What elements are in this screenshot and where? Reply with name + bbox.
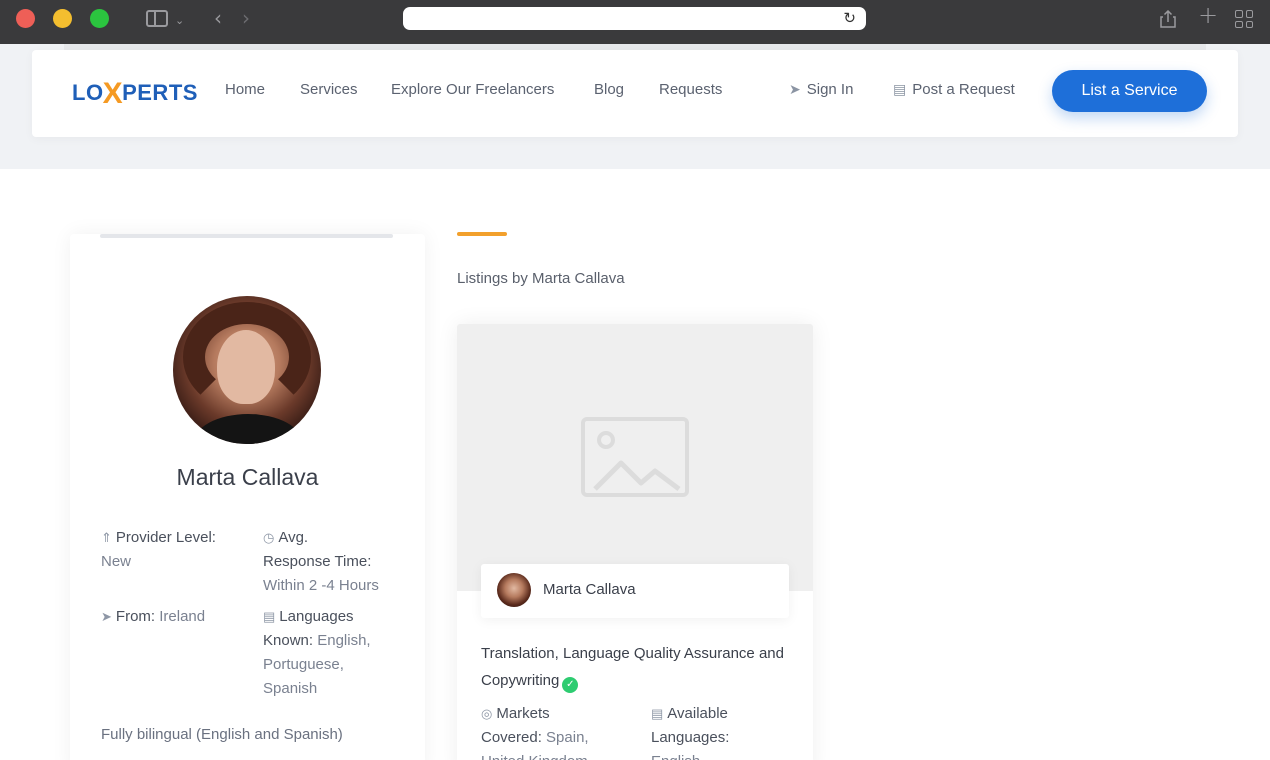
section-accent-line xyxy=(457,232,507,236)
sidebar-toggle-icon[interactable] xyxy=(146,10,168,27)
language-icon: ▤ xyxy=(263,609,276,624)
clock-icon: ◷ xyxy=(263,530,275,545)
nav-blog-link[interactable]: Blog xyxy=(594,81,624,98)
provider-level: ⇑ Provider Level: New xyxy=(101,529,216,570)
level-up-icon: ⇑ xyxy=(101,530,112,545)
profile-avatar xyxy=(173,296,321,444)
browser-toolbar: ⌄ ‹ › ↻ + xyxy=(0,0,1270,44)
listing-image-placeholder[interactable] xyxy=(457,324,813,591)
listing-card[interactable]: Marta Callava Translation, Language Qual… xyxy=(457,324,813,760)
site-logo[interactable]: LOXPERTS xyxy=(72,74,198,110)
minimize-window-button[interactable] xyxy=(53,9,72,28)
author-name: Marta Callava xyxy=(543,581,636,598)
post-request-label: Post a Request xyxy=(912,81,1015,98)
verified-check-icon: ✓ xyxy=(562,677,579,693)
location-arrow-icon: ➤ xyxy=(101,609,112,624)
listings-heading: Listings by Marta Callava xyxy=(457,270,625,287)
languages-known: ▤ Languages Known: English, Portuguese, S… xyxy=(263,608,371,697)
maximize-window-button[interactable] xyxy=(90,9,109,28)
available-languages: ▤Available Languages: English, xyxy=(651,705,730,760)
close-window-button[interactable] xyxy=(16,9,35,28)
profile-name: Marta Callava xyxy=(176,464,319,490)
reload-icon[interactable]: ↻ xyxy=(843,9,856,27)
nav-services-link[interactable]: Services xyxy=(300,81,358,98)
markets-covered: ◎Markets Covered: Spain, United Kingdom, xyxy=(481,705,592,760)
sign-in-icon: ➤ xyxy=(789,81,801,97)
new-tab-icon[interactable]: + xyxy=(1198,3,1218,27)
listing-title[interactable]: Translation, Language Quality Assurance … xyxy=(481,640,796,694)
chevron-down-icon[interactable]: ⌄ xyxy=(175,12,184,30)
forward-arrow-icon[interactable]: › xyxy=(242,8,250,28)
globe-icon: ◎ xyxy=(481,706,493,721)
profile-card: Marta Callava ⇑ Provider Level: New ◷ Avg.… xyxy=(70,234,425,760)
response-time: ◷ Avg. Response Time: Within 2 -4 Hours xyxy=(263,529,379,594)
main-navbar: LOXPERTS Home Services Explore Our Freel… xyxy=(32,50,1238,137)
card-top-bar xyxy=(100,234,393,238)
nav-requests-link[interactable]: Requests xyxy=(659,81,722,98)
language-icon: ▤ xyxy=(651,706,664,721)
share-icon[interactable] xyxy=(1160,10,1176,28)
back-arrow-icon[interactable]: ‹ xyxy=(214,8,222,28)
image-placeholder-icon xyxy=(581,417,689,497)
post-request-link[interactable]: ▤ Post a Request xyxy=(893,81,1015,98)
nav-explore-freelancers-link[interactable]: Explore Our Freelancers xyxy=(391,81,554,98)
location: ➤ From: Ireland xyxy=(101,608,206,625)
tab-overview-icon[interactable] xyxy=(1235,10,1253,28)
sign-in-link[interactable]: ➤ Sign In xyxy=(789,81,853,98)
author-avatar xyxy=(497,573,531,607)
list-a-service-button[interactable]: List a Service xyxy=(1052,70,1207,112)
profile-bio: Fully bilingual (English and Spanish) xyxy=(101,726,343,743)
sign-in-label: Sign In xyxy=(806,81,854,98)
nav-home-link[interactable]: Home xyxy=(225,81,265,98)
document-icon: ▤ xyxy=(893,81,907,97)
listing-author[interactable]: Marta Callava xyxy=(481,564,789,618)
address-bar[interactable]: ↻ xyxy=(403,7,866,30)
